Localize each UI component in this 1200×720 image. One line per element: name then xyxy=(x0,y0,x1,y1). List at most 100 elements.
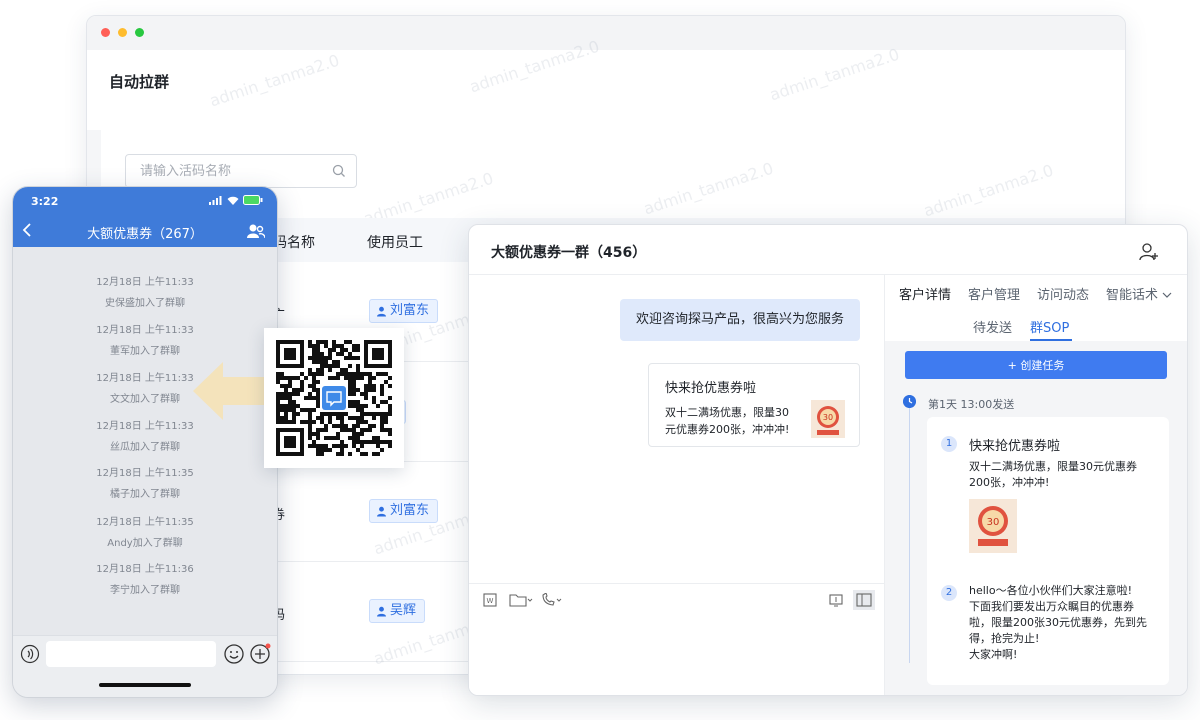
qr-module xyxy=(352,428,356,432)
qr-module xyxy=(292,388,296,392)
qr-module xyxy=(332,360,336,364)
qr-module xyxy=(316,396,320,400)
close-window-button[interactable] xyxy=(101,28,110,37)
qr-module xyxy=(352,356,356,360)
qr-module xyxy=(312,356,316,360)
qr-module xyxy=(288,408,292,412)
qr-module xyxy=(372,452,376,456)
employee-tag[interactable]: 刘富东 xyxy=(369,499,439,523)
qr-module xyxy=(360,440,364,444)
create-task-button[interactable]: + 创建任务 xyxy=(905,351,1167,379)
qr-module xyxy=(324,412,328,416)
message-input[interactable] xyxy=(46,641,216,667)
voice-icon[interactable] xyxy=(20,644,40,664)
group-members-icon[interactable] xyxy=(247,223,265,239)
join-time: 12月18日 上午11:35 xyxy=(96,468,194,479)
step-text: 得，抢完为止! xyxy=(969,632,1040,645)
qr-module xyxy=(352,444,356,448)
qr-module xyxy=(360,452,364,456)
employee-tag[interactable]: 刘富东 xyxy=(369,299,439,323)
join-message: 董军加入了群聊 xyxy=(110,346,180,357)
screenshot-icon[interactable] xyxy=(829,593,843,607)
qr-module xyxy=(380,384,384,388)
qr-module xyxy=(336,352,340,356)
qr-module xyxy=(316,428,320,432)
tab-customer-details[interactable]: 客户详情 xyxy=(899,284,951,303)
qr-module xyxy=(364,404,368,408)
tab-smart-scripts[interactable]: 智能话术 xyxy=(1106,284,1172,303)
battery-icon xyxy=(243,195,263,205)
qr-module xyxy=(380,400,384,404)
qr-module xyxy=(308,396,312,400)
qr-module xyxy=(372,424,376,428)
qr-module xyxy=(320,364,324,368)
panel-tabs: 客户详情 客户管理 访问动态 智能话术 待发送 群SOP xyxy=(885,275,1187,341)
step-text: 啦，限量200张30元优惠券，先到先 xyxy=(969,616,1147,629)
qr-module xyxy=(376,372,380,376)
subtab-group-sop[interactable]: 群SOP xyxy=(1030,317,1069,336)
sidebar-toggle-icon[interactable] xyxy=(853,590,875,610)
qr-module xyxy=(324,436,328,440)
qr-module xyxy=(372,384,376,388)
qr-module xyxy=(384,428,388,432)
qr-module xyxy=(284,384,288,388)
qr-module xyxy=(368,380,372,384)
qr-module xyxy=(276,400,280,404)
qr-module xyxy=(340,352,344,356)
coupon-card-message[interactable]: 快来抢优惠券啦 双十二满场优惠，限量30元优惠券200张，冲冲冲! 30 xyxy=(648,363,860,447)
card-title: 快来抢优惠券啦 xyxy=(665,381,757,396)
qr-module xyxy=(344,424,348,428)
qr-module xyxy=(284,396,288,400)
emoji-icon[interactable] xyxy=(223,643,245,665)
qr-module xyxy=(296,392,300,396)
qr-module xyxy=(316,436,320,440)
qr-module xyxy=(328,348,332,352)
plus-circle-icon[interactable] xyxy=(249,643,271,665)
card-description: 双十二满场优惠，限量30元优惠券200张，冲冲冲! xyxy=(665,406,790,436)
qr-module xyxy=(356,368,360,372)
qr-module xyxy=(280,372,284,376)
qr-module xyxy=(340,444,344,448)
add-member-icon[interactable] xyxy=(1139,242,1159,262)
folder-icon[interactable] xyxy=(509,593,533,607)
qr-module xyxy=(316,432,320,436)
qr-module xyxy=(360,392,364,396)
qr-module xyxy=(308,444,312,448)
phone-icon[interactable] xyxy=(541,593,563,607)
join-notice: 12月18日 上午11:33 董军加入了群聊 xyxy=(13,321,277,357)
qr-module xyxy=(356,348,360,352)
qr-module xyxy=(328,368,332,372)
qr-module xyxy=(360,420,364,424)
employee-tag[interactable]: 吴辉 xyxy=(369,599,426,623)
minimize-window-button[interactable] xyxy=(118,28,127,37)
chat-title: 大额优惠券一群（456） xyxy=(491,245,647,261)
join-message: 史保盛加入了群聊 xyxy=(105,298,185,309)
qr-module xyxy=(380,392,384,396)
qr-module xyxy=(312,440,316,444)
qr-module xyxy=(380,448,384,452)
search-icon[interactable] xyxy=(332,164,346,178)
qr-module xyxy=(284,392,288,396)
column-header-employee: 使用员工 xyxy=(367,235,423,251)
qr-code-card[interactable] xyxy=(264,328,404,468)
qr-module xyxy=(356,364,360,368)
qr-module xyxy=(372,436,376,440)
qr-module xyxy=(316,340,320,344)
qr-module xyxy=(348,372,352,376)
qr-module xyxy=(280,396,284,400)
tab-visit-activity[interactable]: 访问动态 xyxy=(1037,284,1089,303)
search-field[interactable] xyxy=(125,154,357,188)
word-doc-icon[interactable]: W xyxy=(483,593,497,607)
qr-module xyxy=(340,348,344,352)
chat-message-pane: 欢迎咨询探马产品，很高兴为您服务 快来抢优惠券啦 双十二满场优惠，限量30元优惠… xyxy=(469,275,884,695)
tab-customer-management[interactable]: 客户管理 xyxy=(968,284,1020,303)
maximize-window-button[interactable] xyxy=(135,28,144,37)
qr-module xyxy=(288,400,292,404)
qr-module xyxy=(360,404,364,408)
qr-module xyxy=(364,452,368,456)
subtab-pending[interactable]: 待发送 xyxy=(973,317,1012,336)
qr-module xyxy=(312,344,316,348)
qr-module xyxy=(364,428,368,432)
search-input[interactable] xyxy=(126,155,316,187)
qr-code[interactable] xyxy=(276,340,392,456)
